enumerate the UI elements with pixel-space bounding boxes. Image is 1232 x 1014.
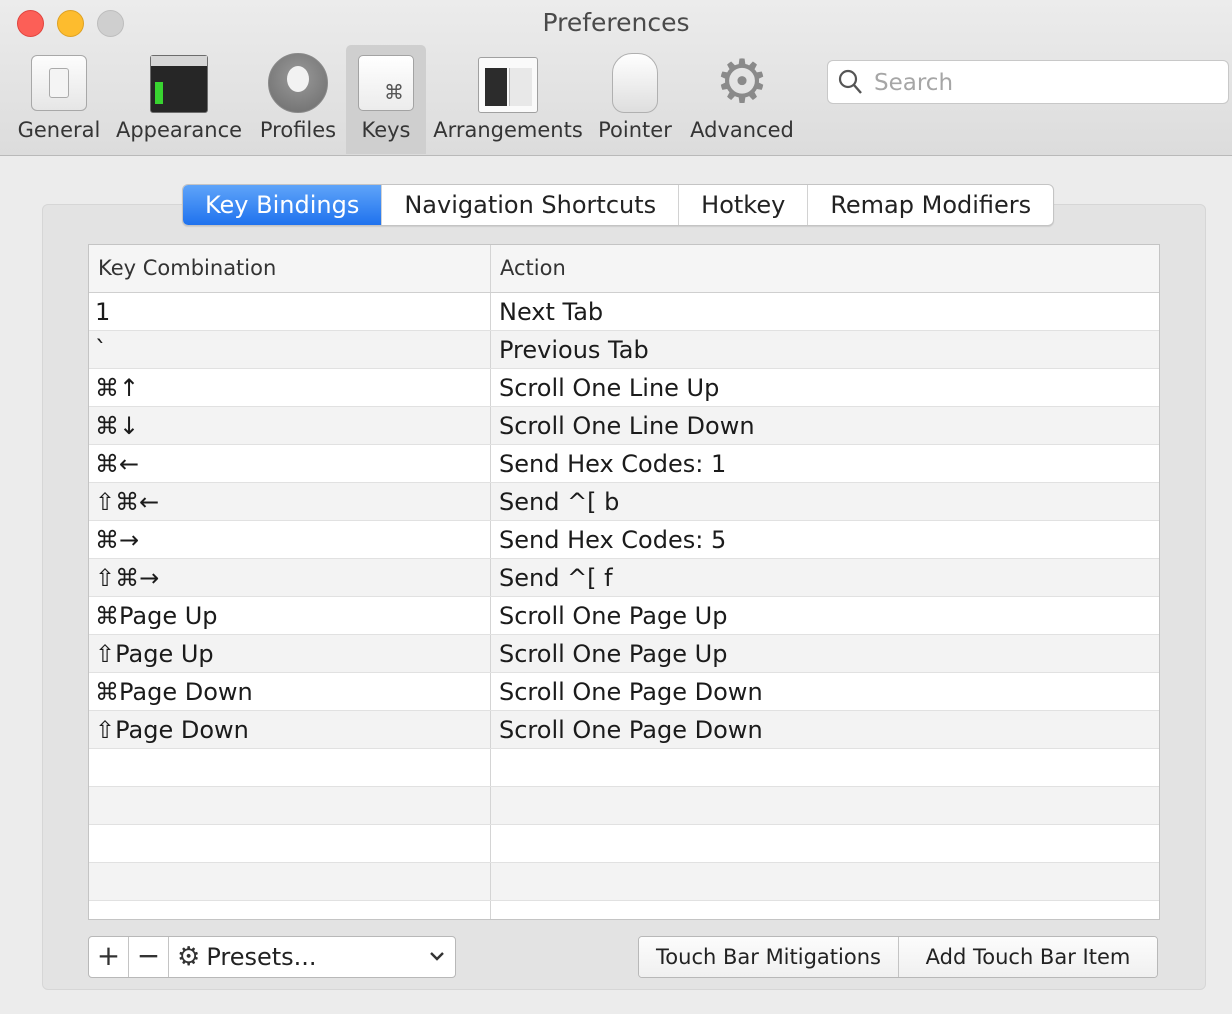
action-cell: Scroll One Page Up [499, 640, 728, 668]
key-cell: ⇧Page Down [89, 711, 491, 748]
table-row-empty [89, 863, 1159, 901]
table-row[interactable]: ⌘→ Send Hex Codes: 5 [89, 521, 1159, 559]
table-row[interactable]: 1 Next Tab [89, 293, 1159, 331]
key-cell: ⌘Page Down [89, 673, 491, 710]
table-header: Key Combination Action [89, 245, 1159, 293]
key-cell: ⌘↑ [89, 369, 491, 406]
action-cell: Scroll One Page Down [499, 678, 763, 706]
presets-dropdown[interactable]: ⚙ Presets... [169, 937, 455, 977]
table-row-empty [89, 825, 1159, 863]
toolbar-item-pointer[interactable]: Pointer [592, 45, 678, 154]
table-row-empty [89, 749, 1159, 787]
key-cell: ⇧⌘← [89, 483, 491, 520]
tab-key-bindings[interactable]: Key Bindings [183, 185, 383, 225]
key-cell: ⌘Page Up [89, 597, 491, 634]
table-row[interactable]: ⌘↑ Scroll One Line Up [89, 369, 1159, 407]
tab-bar: Key Bindings Navigation Shortcuts Hotkey… [182, 184, 1055, 226]
key-cell: ⇧⌘→ [89, 559, 491, 596]
key-cell: 1 [89, 293, 491, 330]
keys-icon: ⌘ [358, 55, 414, 111]
table-row-empty [89, 787, 1159, 825]
toolbar-label: Arrangements [433, 118, 583, 142]
action-cell [491, 825, 1159, 862]
table-body: 1 Next Tab ` Previous Tab ⌘↑ Scroll One Lin… [89, 293, 1159, 919]
toolbar-item-appearance[interactable]: Appearance [112, 45, 246, 154]
advanced-icon: ⚙ [715, 47, 769, 117]
table-row[interactable]: ⌘← Send Hex Codes: 1 [89, 445, 1159, 483]
binding-controls: + − ⚙ Presets... [88, 936, 456, 978]
action-cell: Scroll One Page Down [499, 716, 763, 744]
table-row[interactable]: ⇧⌘→ Send ^[ f [89, 559, 1159, 597]
add-touch-bar-item-button[interactable]: Add Touch Bar Item [899, 937, 1157, 977]
remove-binding-button[interactable]: − [129, 937, 169, 977]
action-cell: Scroll One Line Up [499, 374, 720, 402]
search-field[interactable] [827, 60, 1229, 104]
toolbar-item-advanced[interactable]: ⚙ Advanced [685, 45, 799, 154]
action-cell: Send ^[ f [499, 564, 613, 592]
table-row[interactable]: ⇧Page Down Scroll One Page Down [89, 711, 1159, 749]
key-cell [89, 901, 491, 919]
tab-navigation-shortcuts[interactable]: Navigation Shortcuts [382, 185, 680, 225]
key-cell: ⌘← [89, 445, 491, 482]
action-cell: Send ^[ b [499, 488, 620, 516]
key-cell [89, 825, 491, 862]
arrangements-icon [478, 57, 538, 113]
key-cell: ⌘→ [89, 521, 491, 558]
toolbar-label: Appearance [115, 118, 243, 142]
table-row[interactable]: ⌘↓ Scroll One Line Down [89, 407, 1159, 445]
key-bindings-table[interactable]: Key Combination Action 1 Next Tab ` Previo… [88, 244, 1160, 920]
search-input[interactable] [872, 67, 1216, 99]
appearance-icon [150, 55, 208, 113]
title-bar: Preferences General Appearance Profiles … [0, 0, 1232, 156]
action-cell [491, 787, 1159, 824]
toolbar-label: Advanced [690, 118, 794, 142]
column-header-key-combination[interactable]: Key Combination [89, 245, 491, 292]
key-cell: ⌘↓ [89, 407, 491, 444]
column-header-action[interactable]: Action [491, 245, 1159, 292]
toolbar-item-keys[interactable]: ⌘ Keys [346, 45, 426, 154]
table-row[interactable]: ⇧Page Up Scroll One Page Up [89, 635, 1159, 673]
action-cell: Send Hex Codes: 5 [499, 526, 727, 554]
tab-hotkey[interactable]: Hotkey [679, 185, 809, 225]
action-cell [491, 901, 1159, 919]
tab-remap-modifiers[interactable]: Remap Modifiers [808, 185, 1053, 225]
action-cell: Previous Tab [499, 336, 649, 364]
key-cell: ` [89, 331, 491, 368]
action-cell [491, 863, 1159, 900]
toolbar-item-profiles[interactable]: Profiles [253, 45, 343, 154]
key-cell [89, 787, 491, 824]
command-glyph: ⌘ [384, 80, 404, 104]
key-cell: ⇧Page Up [89, 635, 491, 672]
key-cell [89, 863, 491, 900]
search-icon [838, 69, 862, 101]
toolbar-label: Keys [361, 118, 411, 142]
action-cell [491, 749, 1159, 786]
action-cell: Scroll One Page Up [499, 602, 728, 630]
table-row[interactable]: ⌘Page Up Scroll One Page Up [89, 597, 1159, 635]
action-cell: Next Tab [499, 298, 604, 326]
toolbar-label: Pointer [598, 118, 672, 142]
chevron-down-icon [429, 937, 445, 992]
table-row[interactable]: ` Previous Tab [89, 331, 1159, 369]
general-icon [31, 55, 87, 111]
toolbar-item-arrangements[interactable]: Arrangements [430, 45, 586, 154]
toolbar-label: Profiles [259, 118, 337, 142]
table-row-empty [89, 901, 1159, 919]
touch-bar-mitigations-button[interactable]: Touch Bar Mitigations [639, 937, 899, 977]
add-binding-button[interactable]: + [89, 937, 129, 977]
action-cell: Scroll One Line Down [499, 412, 755, 440]
key-cell [89, 749, 491, 786]
toolbar-label: General [17, 118, 101, 142]
touch-bar-controls: Touch Bar Mitigations Add Touch Bar Item [638, 936, 1158, 978]
toolbar-item-general[interactable]: General [14, 45, 104, 154]
presets-label: Presets... [206, 943, 317, 971]
action-cell: Send Hex Codes: 1 [499, 450, 727, 478]
window-title: Preferences [542, 8, 690, 37]
table-row[interactable]: ⌘Page Down Scroll One Page Down [89, 673, 1159, 711]
pointer-icon [612, 53, 658, 113]
gear-icon: ⚙ [177, 942, 201, 972]
table-row[interactable]: ⇧⌘← Send ^[ b [89, 483, 1159, 521]
profiles-icon [268, 53, 328, 113]
